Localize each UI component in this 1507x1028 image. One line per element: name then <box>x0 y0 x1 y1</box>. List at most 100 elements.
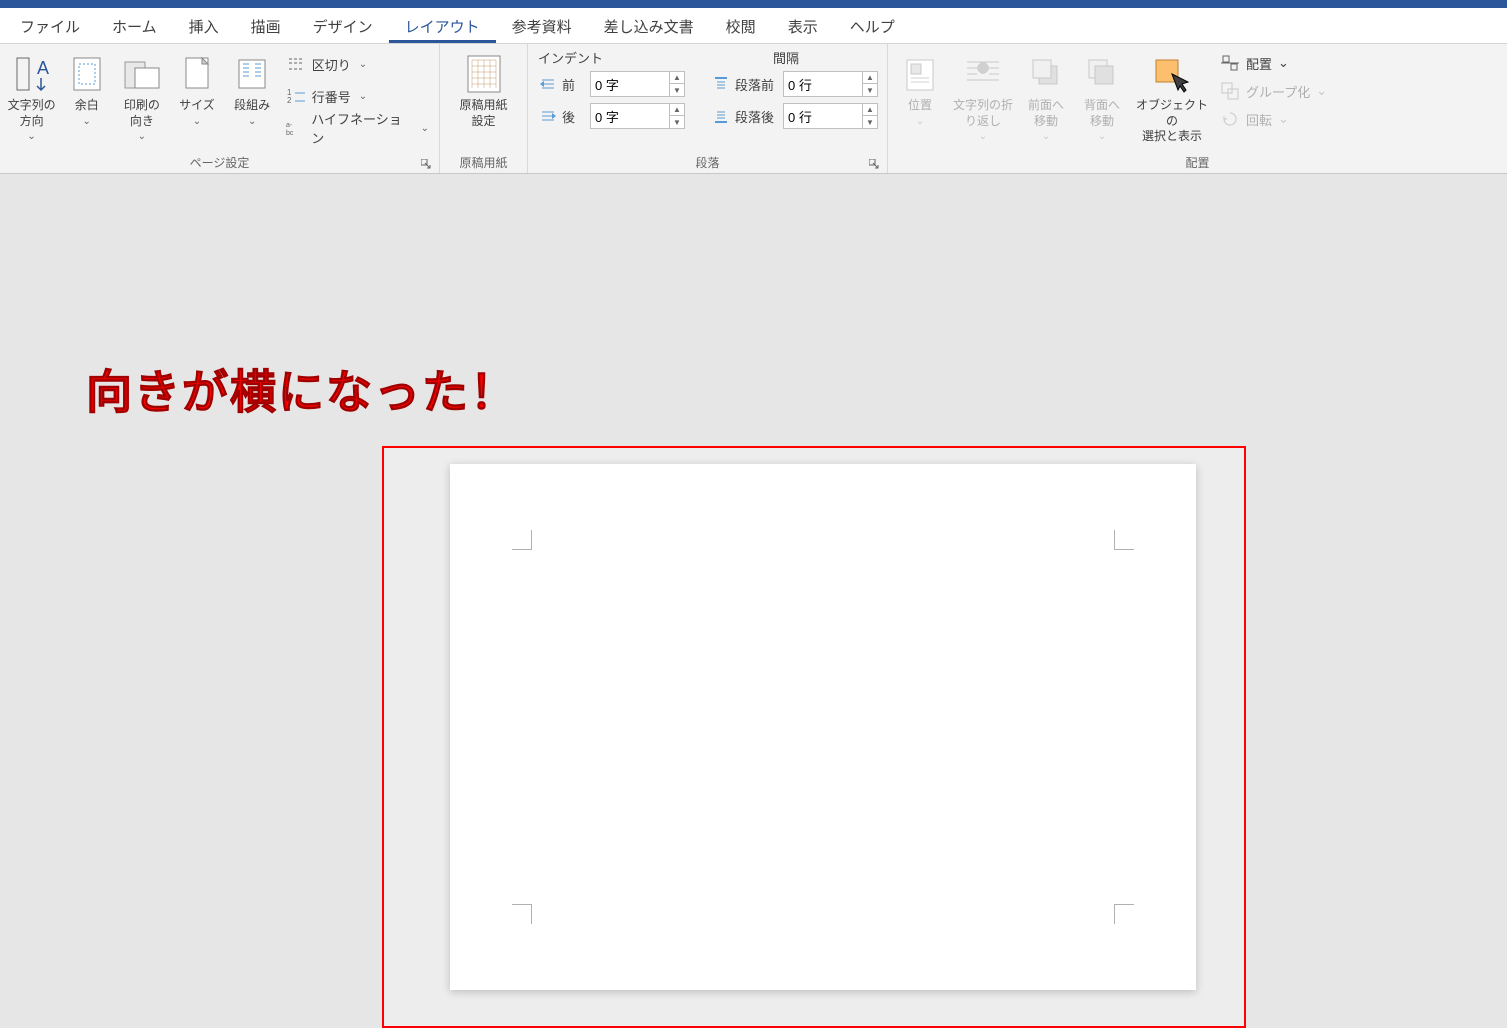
spinner-up[interactable]: ▲ <box>670 104 684 116</box>
chevron-down-icon: ⌄ <box>1316 83 1327 99</box>
breaks-label: 区切り <box>312 55 351 74</box>
orientation-button[interactable]: 印刷の 向き ⌄ <box>114 46 169 146</box>
group-objects-button: グループ化 ⌄ <box>1216 78 1331 104</box>
spinner-up[interactable]: ▲ <box>863 104 877 116</box>
wrap-text-label: 文字列の折 り返し <box>953 98 1013 129</box>
group-icon <box>1220 81 1240 101</box>
tab-file[interactable]: ファイル <box>4 10 96 43</box>
space-after-input[interactable] <box>783 103 863 129</box>
indent-after-input[interactable] <box>590 103 670 129</box>
indent-after-label: 後 <box>562 107 586 126</box>
breaks-button[interactable]: 区切り ⌄ <box>282 50 433 78</box>
selection-pane-button[interactable]: オブジェクトの 選択と表示 <box>1130 46 1214 149</box>
page-setup-dialog-launcher[interactable] <box>419 157 433 171</box>
align-icon <box>1220 53 1240 73</box>
chevron-down-icon: ⌄ <box>1278 111 1289 127</box>
indent-before-spinner[interactable]: ▲▼ <box>590 71 685 97</box>
space-after-label: 段落後 <box>735 107 779 126</box>
columns-button[interactable]: 段組み ⌄ <box>225 46 280 131</box>
indent-heading: インデント <box>538 48 694 67</box>
line-numbers-button[interactable]: 12 行番号 ⌄ <box>282 82 433 110</box>
svg-text:A: A <box>37 58 49 78</box>
send-backward-label: 背面へ 移動 <box>1084 98 1120 129</box>
hyphenation-button[interactable]: a-bc ハイフネーション ⌄ <box>282 114 433 142</box>
rotate-button: 回転 ⌄ <box>1216 106 1331 132</box>
margin-corner-tr <box>1114 530 1134 550</box>
tab-help[interactable]: ヘルプ <box>834 10 911 43</box>
chevron-down-icon: ⌄ <box>27 131 35 142</box>
spinner-up[interactable]: ▲ <box>863 72 877 84</box>
spinner-down[interactable]: ▼ <box>670 116 684 128</box>
svg-text:a-: a- <box>286 122 293 129</box>
bring-forward-button: 前面へ 移動 ⌄ <box>1018 46 1074 146</box>
indent-before-label: 前 <box>562 75 586 94</box>
paragraph-dialog-launcher[interactable] <box>867 157 881 171</box>
spinner-down[interactable]: ▼ <box>863 84 877 96</box>
indent-right-icon <box>538 106 558 126</box>
tab-home[interactable]: ホーム <box>96 10 173 43</box>
text-direction-button[interactable]: A 文字列の 方向 ⌄ <box>4 46 59 146</box>
margins-icon <box>70 50 104 98</box>
align-button[interactable]: 配置 ⌄ <box>1216 50 1331 76</box>
space-before-spinner[interactable]: ▲▼ <box>783 71 878 97</box>
send-backward-button: 背面へ 移動 ⌄ <box>1074 46 1130 146</box>
chevron-down-icon: ⌄ <box>421 123 429 134</box>
chevron-down-icon: ⌄ <box>916 116 924 127</box>
tab-layout[interactable]: レイアウト <box>389 10 496 43</box>
spinner-down[interactable]: ▼ <box>863 116 877 128</box>
breaks-icon <box>286 54 306 74</box>
text-direction-icon: A <box>15 50 49 98</box>
chevron-down-icon: ⌄ <box>138 131 146 142</box>
manuscript-label: 原稿用紙 設定 <box>459 98 507 129</box>
group-page-setup: A 文字列の 方向 ⌄ 余白 ⌄ 印刷の 向き ⌄ <box>0 44 440 173</box>
chevron-down-icon: ⌄ <box>248 116 256 127</box>
columns-label: 段組み <box>234 98 270 114</box>
spinner-up[interactable]: ▲ <box>670 72 684 84</box>
chevron-down-icon: ⌄ <box>359 91 367 102</box>
svg-text:bc: bc <box>286 130 294 137</box>
group-label-manuscript: 原稿用紙 <box>444 154 523 171</box>
size-button[interactable]: サイズ ⌄ <box>169 46 224 131</box>
space-before-label: 段落前 <box>735 75 779 94</box>
space-before-icon <box>711 74 731 94</box>
tab-review[interactable]: 校閲 <box>710 10 772 43</box>
columns-icon <box>235 50 269 98</box>
document-page[interactable] <box>450 464 1196 990</box>
space-after-spinner[interactable]: ▲▼ <box>783 103 878 129</box>
indent-after-spinner[interactable]: ▲▼ <box>590 103 685 129</box>
tab-references[interactable]: 参考資料 <box>496 10 588 43</box>
margin-corner-bl <box>512 904 532 924</box>
tab-draw[interactable]: 描画 <box>235 10 297 43</box>
group-manuscript: 原稿用紙 設定 原稿用紙 <box>440 44 528 173</box>
group-label-page-setup: ページ設定 <box>4 154 435 171</box>
manuscript-settings-button[interactable]: 原稿用紙 設定 <box>446 46 522 133</box>
chevron-down-icon: ⌄ <box>83 116 91 127</box>
chevron-down-icon: ⌄ <box>359 59 367 70</box>
indent-before-input[interactable] <box>590 71 670 97</box>
tab-design[interactable]: デザイン <box>297 10 389 43</box>
size-label: サイズ <box>179 98 215 114</box>
tab-insert[interactable]: 挿入 <box>173 10 235 43</box>
hyphenation-label: ハイフネーション <box>311 109 412 147</box>
orientation-label: 印刷の 向き <box>124 98 160 129</box>
align-label: 配置 <box>1246 54 1272 73</box>
indent-left-icon <box>538 74 558 94</box>
overlay-annotation: 向きが横になった！ <box>86 356 518 422</box>
send-backward-icon <box>1085 50 1119 98</box>
selection-pane-icon <box>1152 50 1192 98</box>
chevron-down-icon: ⌄ <box>193 116 201 127</box>
wrap-text-icon <box>963 50 1003 98</box>
margins-button[interactable]: 余白 ⌄ <box>59 46 114 131</box>
tab-mailmerge[interactable]: 差し込み文書 <box>588 10 710 43</box>
chevron-down-icon: ⌄ <box>1098 131 1106 142</box>
ribbon: A 文字列の 方向 ⌄ 余白 ⌄ 印刷の 向き ⌄ <box>0 44 1507 174</box>
spacing-heading: 間隔 <box>694 48 878 67</box>
manuscript-icon <box>464 50 504 98</box>
space-before-input[interactable] <box>783 71 863 97</box>
spinner-down[interactable]: ▼ <box>670 84 684 96</box>
bring-forward-icon <box>1029 50 1063 98</box>
group-label-arrange: 配置 <box>892 154 1503 171</box>
wrap-text-button: 文字列の折 り返し ⌄ <box>948 46 1018 146</box>
position-icon <box>903 50 937 98</box>
tab-view[interactable]: 表示 <box>772 10 834 43</box>
